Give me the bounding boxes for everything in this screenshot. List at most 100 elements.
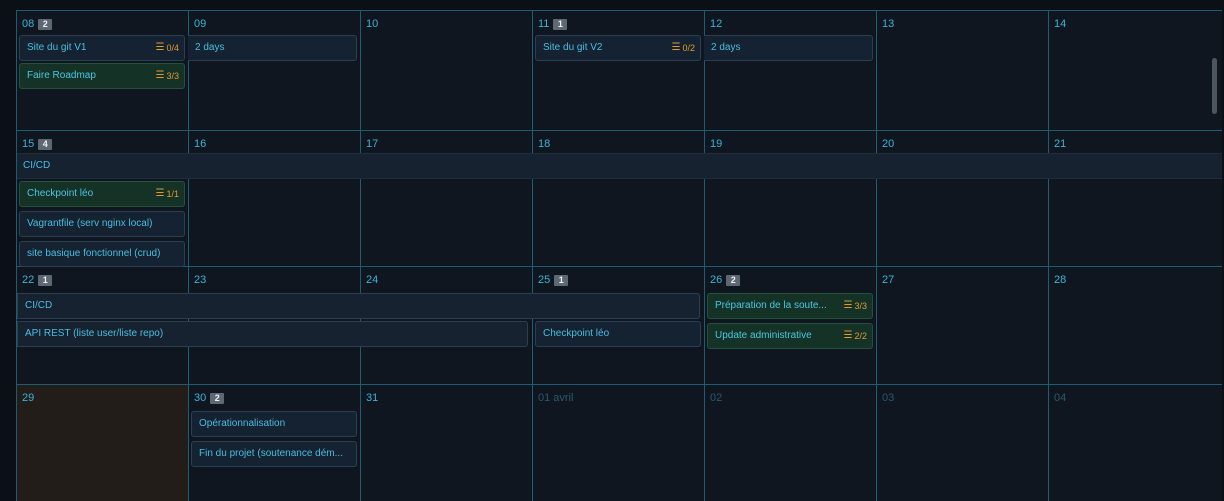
event-checkpoint-leo[interactable]: Checkpoint léo ☰ 1/1 bbox=[19, 181, 185, 207]
checklist-icon: ☰ bbox=[671, 42, 681, 53]
day-number: 09 bbox=[194, 18, 207, 30]
event-faire-roadmap[interactable]: Faire Roadmap ☰ 3/3 bbox=[19, 63, 185, 89]
event-title: site basique fonctionnel (crud) bbox=[27, 248, 161, 259]
event-duration-label: 2 days bbox=[195, 42, 225, 53]
event-title: Checkpoint léo bbox=[543, 328, 610, 339]
day-number: 11 1 bbox=[538, 18, 568, 31]
day-number: 01 avril bbox=[538, 392, 574, 404]
event-title: Opérationnalisation bbox=[199, 418, 286, 429]
day-number: 15 4 bbox=[22, 138, 53, 151]
day-number: 16 bbox=[194, 138, 207, 150]
checklist-progress: ☰ 1/1 bbox=[156, 182, 179, 206]
event-title: Checkpoint léo bbox=[27, 188, 94, 199]
day-cell[interactable]: 14 bbox=[1048, 10, 1222, 130]
day-cell[interactable]: 10 bbox=[360, 10, 532, 130]
checklist-icon: ☰ bbox=[843, 330, 853, 341]
event-title: Site du git V1 bbox=[27, 42, 87, 53]
day-number: 14 bbox=[1054, 18, 1067, 30]
day-number: 03 bbox=[882, 392, 895, 404]
vertical-scrollbar[interactable] bbox=[1212, 58, 1217, 114]
day-number: 21 bbox=[1054, 138, 1067, 150]
day-number: 08 2 bbox=[22, 18, 53, 31]
day-cell[interactable]: 13 bbox=[876, 10, 1048, 130]
day-cell[interactable]: 12 bbox=[704, 10, 876, 130]
day-number: 23 bbox=[194, 274, 207, 286]
event-title: API REST (liste user/liste repo) bbox=[25, 328, 164, 339]
checklist-icon: ☰ bbox=[155, 70, 165, 81]
event-cicd-span[interactable]: CI/CD bbox=[17, 293, 700, 319]
day-cell[interactable]: 19 bbox=[704, 130, 876, 266]
day-number: 18 bbox=[538, 138, 551, 150]
checklist-progress: ☰ 0/4 bbox=[156, 36, 179, 60]
event-cicd-span[interactable]: CI/CD bbox=[17, 153, 1222, 179]
day-number: 12 bbox=[710, 18, 723, 30]
event-title: Fin du projet (soutenance dém... bbox=[199, 448, 343, 459]
day-number: 24 bbox=[366, 274, 379, 286]
day-number: 22 1 bbox=[22, 274, 53, 287]
day-cell[interactable]: 11 1 bbox=[532, 10, 704, 130]
event-checkpoint-leo[interactable]: Checkpoint léo bbox=[535, 321, 701, 347]
day-cell-other-month[interactable]: 04 bbox=[1048, 384, 1222, 501]
day-cell-other-month[interactable]: 02 bbox=[704, 384, 876, 501]
event-site-git-v1-continuation[interactable]: 2 days bbox=[188, 35, 357, 61]
day-cell-today[interactable]: 29 bbox=[16, 384, 188, 501]
day-number: 27 bbox=[882, 274, 895, 286]
event-title: CI/CD bbox=[23, 160, 51, 171]
day-number: 26 2 bbox=[710, 274, 741, 287]
checklist-icon: ☰ bbox=[155, 188, 165, 199]
event-vagrantfile[interactable]: Vagrantfile (serv nginx local) bbox=[19, 211, 185, 237]
checklist-progress: ☰ 3/3 bbox=[156, 64, 179, 88]
event-title: Préparation de la soute... bbox=[715, 300, 827, 311]
day-number: 02 bbox=[710, 392, 723, 404]
event-fin-projet[interactable]: Fin du projet (soutenance dém... bbox=[191, 441, 357, 467]
event-site-git-v2-continuation[interactable]: 2 days bbox=[704, 35, 873, 61]
day-number: 29 bbox=[22, 392, 35, 404]
day-cell[interactable]: 09 bbox=[188, 10, 360, 130]
checklist-icon: ☰ bbox=[843, 300, 853, 311]
day-number: 20 bbox=[882, 138, 895, 150]
event-update-administrative[interactable]: Update administrative ☰ 2/2 bbox=[707, 323, 873, 349]
checklist-progress: ☰ 2/2 bbox=[844, 324, 867, 348]
day-number: 13 bbox=[882, 18, 895, 30]
day-number: 28 bbox=[1054, 274, 1067, 286]
event-site-basique[interactable]: site basique fonctionnel (crud) bbox=[19, 241, 185, 267]
day-cell[interactable]: 17 bbox=[360, 130, 532, 266]
day-number: 04 bbox=[1054, 392, 1067, 404]
checklist-progress: ☰ 3/3 bbox=[844, 294, 867, 318]
day-cell[interactable]: 31 bbox=[360, 384, 532, 501]
day-number: 30 2 bbox=[194, 392, 225, 405]
event-count-badge: 2 bbox=[210, 393, 225, 404]
day-number: 19 bbox=[710, 138, 723, 150]
event-title: Site du git V2 bbox=[543, 42, 603, 53]
event-count-badge: 2 bbox=[726, 275, 741, 286]
day-cell[interactable]: 21 bbox=[1048, 130, 1222, 266]
day-cell[interactable]: 27 bbox=[876, 266, 1048, 384]
day-cell-other-month[interactable]: 03 bbox=[876, 384, 1048, 501]
event-preparation[interactable]: Préparation de la soute... ☰ 3/3 bbox=[707, 293, 873, 319]
checklist-progress: ☰ 0/2 bbox=[672, 36, 695, 60]
event-site-git-v2[interactable]: Site du git V2 ☰ 0/2 bbox=[535, 35, 701, 61]
event-duration-label: 2 days bbox=[711, 42, 741, 53]
day-cell[interactable]: 18 bbox=[532, 130, 704, 266]
event-count-badge: 1 bbox=[554, 275, 569, 286]
event-title: Faire Roadmap bbox=[27, 70, 96, 81]
day-number: 25 1 bbox=[538, 274, 569, 287]
day-cell[interactable]: 16 bbox=[188, 130, 360, 266]
checklist-icon: ☰ bbox=[155, 42, 165, 53]
event-title: Vagrantfile (serv nginx local) bbox=[27, 218, 153, 229]
day-number: 10 bbox=[366, 18, 379, 30]
day-cell[interactable]: 20 bbox=[876, 130, 1048, 266]
event-count-badge: 1 bbox=[553, 19, 568, 30]
event-api-rest[interactable]: API REST (liste user/liste repo) bbox=[17, 321, 528, 347]
day-cell[interactable]: 28 bbox=[1048, 266, 1222, 384]
day-number: 17 bbox=[366, 138, 379, 150]
event-site-git-v1[interactable]: Site du git V1 ☰ 0/4 bbox=[19, 35, 185, 61]
day-number: 31 bbox=[366, 392, 379, 404]
event-operationnalisation[interactable]: Opérationnalisation bbox=[191, 411, 357, 437]
event-count-badge: 2 bbox=[38, 19, 53, 30]
day-cell-other-month[interactable]: 01 avril bbox=[532, 384, 704, 501]
event-count-badge: 4 bbox=[38, 139, 53, 150]
calendar-month-grid: 08 2 09 10 11 1 12 13 14 15 4 16 17 18 19 2… bbox=[16, 10, 1222, 501]
event-title: CI/CD bbox=[25, 300, 53, 311]
event-count-badge: 1 bbox=[38, 275, 53, 286]
